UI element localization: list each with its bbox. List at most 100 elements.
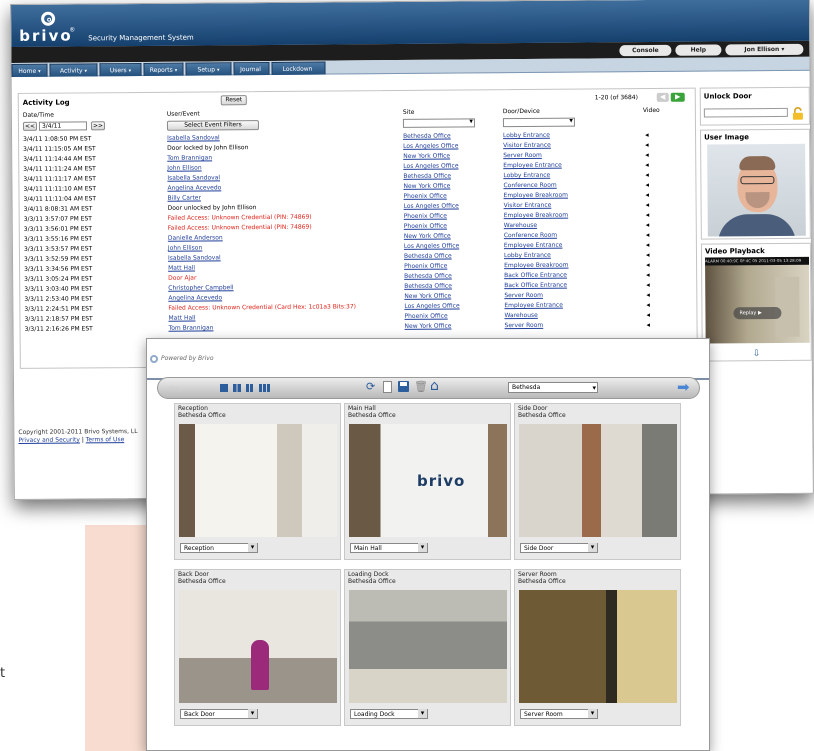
- camera-feed[interactable]: [519, 424, 677, 537]
- video-clip-icon[interactable]: ◂: [645, 180, 649, 190]
- row-event[interactable]: John Ellison: [168, 243, 202, 253]
- row-event[interactable]: Tom Brannigan: [169, 323, 214, 333]
- row-event[interactable]: Angelina Acevedo: [167, 183, 221, 193]
- row-site-link[interactable]: Los Angeles Office: [404, 301, 459, 311]
- row-door-link[interactable]: Conference Room: [504, 231, 557, 241]
- row-site-link[interactable]: Los Angeles Office: [403, 141, 458, 151]
- row-door-link[interactable]: Server Room: [503, 151, 542, 161]
- row-event[interactable]: Angelina Acevedo: [168, 293, 222, 303]
- video-clip-icon[interactable]: ◂: [645, 160, 649, 170]
- nav-reports[interactable]: Reports ▾: [143, 62, 184, 76]
- camera-feed[interactable]: [519, 590, 677, 703]
- row-event[interactable]: Matt Hall: [168, 314, 195, 324]
- video-clip-icon[interactable]: ◂: [646, 270, 650, 280]
- terms-link[interactable]: Terms of Use: [86, 436, 125, 443]
- row-site-link[interactable]: Phoenix Office: [404, 312, 447, 322]
- download-icon[interactable]: ⇩: [753, 349, 763, 359]
- row-door-link[interactable]: Visitor Entrance: [504, 201, 552, 211]
- refresh-icon[interactable]: ⟳: [366, 380, 375, 393]
- door-filter-select[interactable]: [502, 117, 575, 128]
- video-clip-icon[interactable]: ◂: [646, 200, 650, 210]
- row-door-link[interactable]: Visitor Entrance: [503, 141, 551, 151]
- row-door-link[interactable]: Employee Entrance: [503, 161, 562, 171]
- video-clip-icon[interactable]: ◂: [646, 220, 650, 230]
- camera-feed[interactable]: [349, 590, 507, 703]
- row-door-link[interactable]: Employee Breakroom: [503, 191, 568, 202]
- row-site-link[interactable]: New York Office: [403, 182, 450, 192]
- camera-select[interactable]: Loading Dock: [350, 709, 428, 719]
- delete-icon[interactable]: 🗑: [414, 380, 428, 393]
- back-arrow-icon[interactable]: ⇦: [168, 381, 178, 395]
- row-event[interactable]: Danielle Anderson: [168, 233, 223, 243]
- row-door-link[interactable]: Employee Entrance: [504, 241, 563, 251]
- nav-lockdown[interactable]: Lockdown: [271, 61, 326, 75]
- row-site-link[interactable]: New York Office: [404, 292, 451, 302]
- row-door-link[interactable]: Server Room: [504, 291, 543, 301]
- row-event[interactable]: Isabella Sandoval: [167, 173, 220, 183]
- replay-button[interactable]: Replay ▶: [733, 306, 782, 320]
- camera-select[interactable]: Reception: [180, 543, 258, 553]
- row-door-link[interactable]: Lobby Entrance: [503, 171, 550, 181]
- video-clip-icon[interactable]: ◂: [646, 230, 650, 240]
- row-site-link[interactable]: Los Angeles Office: [404, 241, 459, 251]
- row-site-link[interactable]: Phoenix Office: [404, 222, 447, 232]
- row-site-link[interactable]: Bethesda Office: [403, 132, 451, 142]
- camera-select[interactable]: Main Hall: [350, 543, 428, 553]
- row-site-link[interactable]: Bethesda Office: [404, 272, 452, 282]
- layout-4-icon[interactable]: [246, 384, 254, 392]
- row-site-link[interactable]: New York Office: [405, 322, 452, 332]
- row-event[interactable]: Isabella Sandoval: [167, 133, 220, 143]
- date-input[interactable]: 3/4/11: [38, 121, 87, 131]
- row-door-link[interactable]: Back Office Entrance: [504, 281, 567, 291]
- video-clip-icon[interactable]: ◂: [646, 290, 650, 300]
- site-select[interactable]: Bethesda ▾: [508, 382, 598, 393]
- row-site-link[interactable]: New York Office: [404, 232, 451, 242]
- row-site-link[interactable]: Los Angeles Office: [403, 161, 458, 171]
- row-event[interactable]: Billy Carter: [167, 194, 201, 204]
- row-door-link[interactable]: Lobby Entrance: [503, 131, 550, 141]
- camera-feed[interactable]: [179, 424, 337, 537]
- event-filter-button[interactable]: Select Event Filters: [166, 120, 259, 131]
- lock-icon[interactable]: [792, 105, 804, 120]
- row-site-link[interactable]: New York Office: [403, 152, 450, 162]
- prev-page-icon[interactable]: ◀: [656, 92, 669, 102]
- row-event[interactable]: Tom Brannigan: [167, 153, 212, 163]
- nav-home[interactable]: Home ▾: [11, 63, 48, 77]
- site-filter-select[interactable]: [402, 118, 475, 128]
- row-door-link[interactable]: Employee Entrance: [504, 301, 563, 311]
- row-door-link[interactable]: Warehouse: [504, 311, 537, 321]
- layout-2-icon[interactable]: [233, 384, 241, 392]
- row-site-link[interactable]: Bethesda Office: [404, 282, 452, 292]
- date-prev-button[interactable]: <<: [22, 121, 37, 131]
- date-next-button[interactable]: >>: [90, 121, 105, 131]
- camera-feed[interactable]: [179, 590, 337, 703]
- row-event[interactable]: Christopher Campbell: [168, 283, 233, 294]
- camera-select[interactable]: Side Door: [520, 543, 598, 553]
- home-icon[interactable]: ⌂: [430, 378, 439, 394]
- row-door-link[interactable]: Employee Breakroom: [504, 211, 569, 222]
- row-door-link[interactable]: Warehouse: [504, 221, 537, 231]
- video-clip-icon[interactable]: ◂: [646, 310, 650, 320]
- video-clip-icon[interactable]: ◂: [647, 320, 651, 330]
- unlock-door-input[interactable]: [703, 107, 788, 118]
- video-clip-icon[interactable]: ◂: [645, 170, 649, 180]
- row-event[interactable]: Isabella Sandoval: [168, 253, 221, 263]
- layout-6-icon[interactable]: [259, 384, 271, 392]
- camera-select[interactable]: Server Room: [520, 709, 598, 719]
- layout-1-icon[interactable]: [220, 384, 228, 392]
- video-clip-icon[interactable]: ◂: [646, 250, 650, 260]
- video-clip-icon[interactable]: ◂: [645, 130, 649, 140]
- video-clip-icon[interactable]: ◂: [646, 210, 650, 220]
- next-page-icon[interactable]: ▶: [670, 92, 685, 102]
- video-clip-icon[interactable]: ◂: [646, 280, 650, 290]
- camera-select[interactable]: Back Door: [180, 709, 258, 719]
- row-site-link[interactable]: Phoenix Office: [404, 262, 447, 272]
- nav-setup[interactable]: Setup ▾: [185, 62, 232, 76]
- row-site-link[interactable]: Phoenix Office: [403, 192, 446, 202]
- row-site-link[interactable]: Bethesda Office: [403, 172, 451, 182]
- video-clip-icon[interactable]: ◂: [645, 150, 649, 160]
- nav-users[interactable]: Users ▾: [99, 62, 142, 77]
- console-button[interactable]: Console: [619, 44, 672, 57]
- row-door-link[interactable]: Back Office Entrance: [504, 271, 567, 281]
- forward-arrow-icon[interactable]: ➡: [677, 378, 690, 396]
